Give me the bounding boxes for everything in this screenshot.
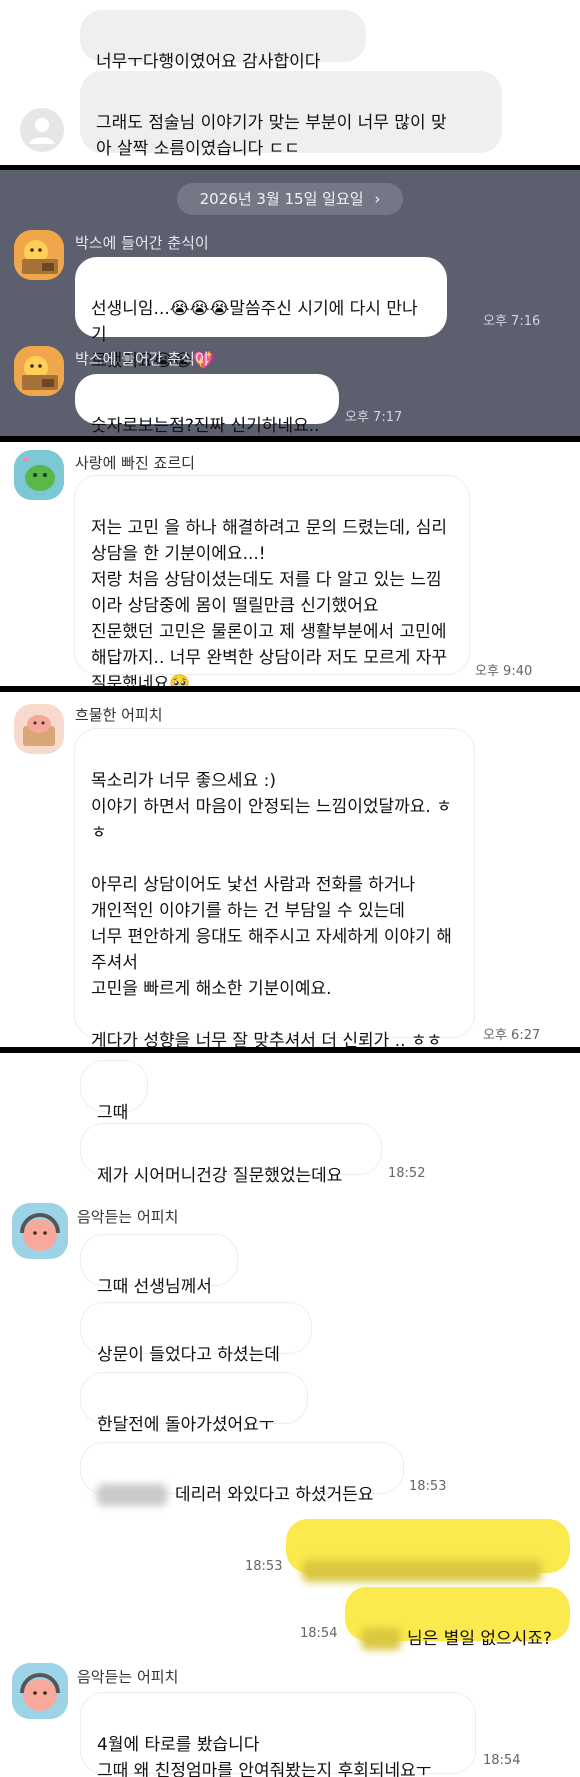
redacted-text bbox=[302, 1560, 542, 1582]
message-bubble[interactable]: 그때 선생님께서 bbox=[81, 1235, 237, 1297]
message-text: 님은 별일 없으시죠? bbox=[407, 1629, 552, 1649]
message-text: 제가 시어머니건강 질문했었는데요 bbox=[97, 1166, 343, 1186]
message-bubble[interactable]: 데리러 와있다고 하셨거든요 bbox=[81, 1443, 403, 1506]
message-text: 목소리가 너무 좋으세요 :) 이야기 하면서 마음이 안정되는 느낌이었달까요… bbox=[91, 771, 452, 1047]
message-text: 저는 고민 을 하나 해결하려고 문의 드렸는데, 심리 상담을 한 기분이에요… bbox=[91, 518, 448, 686]
message-bubble[interactable]: 선생니임...😭😭😭말씀주신 시기에 다시 만나기 로했어요😭😭💖 bbox=[75, 257, 447, 371]
message-time: 18:54 bbox=[483, 1753, 521, 1768]
message-text: 숫자로보는점?진짜 신기하네요.. bbox=[91, 416, 320, 436]
default-profile-icon bbox=[29, 118, 55, 144]
avatar[interactable] bbox=[12, 1203, 68, 1259]
box-character-icon bbox=[14, 346, 64, 396]
message-bubble[interactable]: 저는 고민 을 하나 해결하려고 문의 드렸는데, 심리 상담을 한 기분이에요… bbox=[75, 476, 469, 686]
my-message-bubble[interactable] bbox=[286, 1519, 570, 1582]
chat-panel-4: 흐물한 어피치 목소리가 너무 좋으세요 :) 이야기 하면서 마음이 안정되는… bbox=[0, 692, 580, 1047]
message-bubble[interactable]: 상문이 들었다고 하셨는데 bbox=[81, 1303, 311, 1365]
sender-name: 박스에 들어간 춘식이 bbox=[75, 350, 209, 368]
dinosaur-character-icon bbox=[14, 450, 64, 500]
peach-character-icon bbox=[14, 704, 64, 754]
message-text: 상문이 들었다고 하셨는데 bbox=[97, 1345, 280, 1365]
message-text: 데리러 와있다고 하셨거든요 bbox=[175, 1485, 374, 1505]
my-message-bubble[interactable]: 님은 별일 없으시죠? bbox=[345, 1587, 570, 1650]
message-text: 그때 선생님께서 bbox=[97, 1277, 212, 1297]
message-text: 그때 bbox=[97, 1103, 129, 1123]
sender-name: 박스에 들어간 춘식이 bbox=[75, 234, 209, 252]
chevron-right-icon: › bbox=[374, 190, 381, 208]
message-text: 너무ㅜ다행이였어요 감사합이다 bbox=[96, 52, 321, 72]
message-bubble[interactable]: 목소리가 너무 좋으세요 :) 이야기 하면서 마음이 안정되는 느낌이었달까요… bbox=[75, 729, 474, 1047]
message-time: 오후 9:40 bbox=[475, 664, 533, 679]
avatar[interactable] bbox=[14, 346, 64, 396]
avatar[interactable] bbox=[12, 1663, 68, 1719]
avatar[interactable] bbox=[14, 450, 64, 500]
message-time: 18:52 bbox=[388, 1166, 426, 1181]
message-bubble[interactable]: 한달전에 돌아가셨어요ㅜ bbox=[81, 1373, 307, 1435]
chat-panel-1: 너무ㅜ다행이였어요 감사합이다 그래도 점술님 이야기가 맞는 부분이 너무 많… bbox=[0, 0, 580, 165]
message-bubble[interactable]: 너무ㅜ다행이였어요 감사합이다 bbox=[80, 10, 366, 72]
avatar[interactable] bbox=[14, 230, 64, 280]
chat-panel-2: 2026년 3월 15일 일요일 › 박스에 들어간 춘식이 선생니임...😭😭… bbox=[0, 170, 580, 436]
sender-name: 음악듣는 어피치 bbox=[77, 1208, 179, 1226]
avatar[interactable] bbox=[20, 108, 64, 152]
message-bubble[interactable]: 그때 bbox=[81, 1061, 147, 1123]
message-time: 오후 6:27 bbox=[483, 1028, 541, 1043]
chat-panel-3: 사랑에 빠진 죠르디 저는 고민 을 하나 해결하려고 문의 드렸는데, 심리 … bbox=[0, 442, 580, 686]
headphone-peach-character-icon bbox=[12, 1663, 68, 1719]
message-bubble[interactable]: 4월에 타로를 봤습니다 그때 왜 친정엄마를 안여줘봤는지 후회되네요ㅜ bbox=[81, 1693, 475, 1777]
avatar[interactable] bbox=[14, 704, 64, 754]
message-time: 오후 7:17 bbox=[345, 410, 403, 425]
date-label: 2026년 3월 15일 일요일 bbox=[199, 190, 364, 208]
sender-name: 음악듣는 어피치 bbox=[77, 1668, 179, 1686]
message-time: 18:53 bbox=[245, 1559, 283, 1574]
sender-name: 사랑에 빠진 죠르디 bbox=[75, 454, 195, 472]
message-text: 4월에 타로를 봤습니다 그때 왜 친정엄마를 안여줘봤는지 후회되네요ㅜ bbox=[97, 1735, 432, 1777]
box-character-icon bbox=[14, 230, 64, 280]
message-time: 18:54 bbox=[300, 1626, 338, 1641]
message-text: 한달전에 돌아가셨어요ㅜ bbox=[97, 1415, 275, 1435]
message-bubble[interactable]: 그래도 점술님 이야기가 맞는 부분이 너무 많이 맞 아 살짝 소름이였습니다… bbox=[80, 71, 502, 159]
headphone-peach-character-icon bbox=[12, 1203, 68, 1259]
sender-name: 흐물한 어피치 bbox=[75, 706, 163, 724]
chat-panel-5: 그때 제가 시어머니건강 질문했었는데요 18:52 음악듣는 어피치 그때 선… bbox=[0, 1053, 580, 1777]
message-time: 오후 7:16 bbox=[483, 314, 541, 329]
message-bubble[interactable]: 숫자로보는점?진짜 신기하네요.. bbox=[75, 374, 339, 436]
redacted-name bbox=[97, 1484, 167, 1506]
date-separator[interactable]: 2026년 3월 15일 일요일 › bbox=[177, 183, 403, 215]
message-time: 18:53 bbox=[409, 1479, 447, 1494]
redacted-name bbox=[361, 1628, 401, 1650]
message-bubble[interactable]: 제가 시어머니건강 질문했었는데요 bbox=[81, 1124, 381, 1186]
message-text: 그래도 점술님 이야기가 맞는 부분이 너무 많이 맞 아 살짝 소름이였습니다… bbox=[96, 113, 447, 159]
